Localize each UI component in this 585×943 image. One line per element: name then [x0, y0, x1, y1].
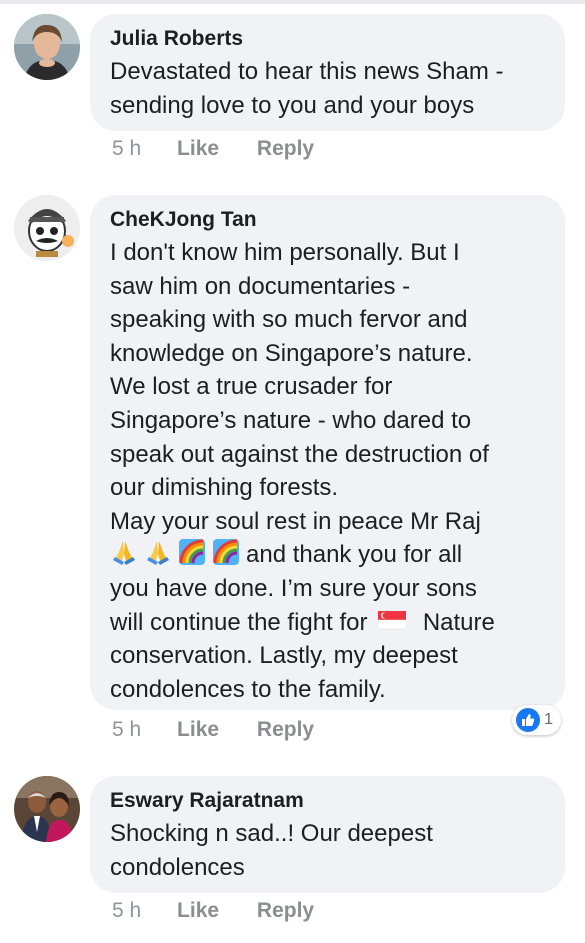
comment-timestamp[interactable]: 5 h [112, 717, 141, 743]
comment-line: Singapore’s nature - who dared to [110, 406, 472, 434]
comment-author[interactable]: CheKJong Tan [110, 207, 545, 233]
comment-line: We lost a true crusader for [110, 373, 393, 401]
folded-hands-icon [147, 541, 169, 566]
comment-author[interactable]: Eswary Rajaratnam [110, 788, 545, 814]
thumbs-up-icon [516, 708, 541, 732]
comment-line-text: and thank you for all [246, 541, 463, 569]
comment-line: conservation. Lastly, my deepest [110, 642, 458, 670]
rainbow-icon [213, 539, 239, 566]
comment-line: Devastated to hear this news Sham - [110, 58, 504, 85]
comment-line: saw him on documentaries - [110, 272, 411, 300]
comment-line: speak out against the destruction of [110, 440, 489, 468]
comment-line: condolences to the family. [110, 675, 386, 703]
like-button[interactable]: Like [177, 136, 219, 162]
reply-button[interactable]: Reply [257, 898, 314, 924]
comment-author[interactable]: Julia Roberts [110, 26, 545, 52]
reaction-count-badge[interactable]: 1 [512, 705, 561, 735]
comment-text: Devastated to hear this news Sham - send… [110, 55, 545, 122]
comment-timestamp[interactable]: 5 h [112, 136, 141, 162]
comment-bubble: Eswary Rajaratnam Shocking n sad..! Our … [90, 776, 565, 893]
avatar[interactable] [14, 14, 80, 80]
comment-line: Shocking n sad..! Our deepest [110, 820, 433, 847]
reply-button[interactable]: Reply [257, 717, 314, 743]
avatar[interactable] [14, 195, 80, 261]
comment-line: speaking with so much fervor and [110, 306, 468, 334]
rainbow-icon [179, 539, 205, 566]
comment-text: Shocking n sad..! Our deepest condolence… [110, 817, 545, 884]
comment-line: I don't know him personally. But I [110, 239, 460, 266]
comment-actions: 5 h Like Reply [112, 898, 314, 924]
comment-line: you have done. I’m sure your sons [110, 574, 477, 602]
comment-line-text: will continue the fight for [110, 608, 368, 636]
comment-line: knowledge on Singapore’s nature. [110, 339, 473, 367]
comment-timestamp[interactable]: 5 h [112, 898, 141, 924]
comment-line: May your soul rest in peace Mr Raj [110, 507, 481, 535]
comment-bubble: Julia Roberts Devastated to hear this ne… [90, 14, 565, 131]
comment-line: our dimishing forests. [110, 474, 339, 502]
avatar-photo-icon [14, 14, 80, 80]
comment-line-with-emoji: and thank you for all [110, 538, 545, 572]
comment-actions: 5 h Like Reply [112, 717, 314, 743]
comment-line-text: Nature [422, 608, 495, 636]
singapore-flag-icon [378, 610, 407, 629]
comment-line: sending love to you and your boys [110, 91, 475, 119]
comment-actions: 5 h Like Reply [112, 136, 314, 162]
comment-line: condolences [110, 853, 245, 881]
like-button[interactable]: Like [177, 717, 219, 743]
top-divider [0, 0, 585, 4]
reply-button[interactable]: Reply [257, 136, 314, 162]
like-button[interactable]: Like [177, 898, 219, 924]
reaction-count: 1 [544, 711, 553, 728]
avatar-cartoon-icon [14, 195, 80, 261]
comment-text: I don't know him personally. But I saw h… [110, 236, 545, 706]
comment-bubble: CheKJong Tan I don't know him personally… [90, 195, 565, 710]
comment-line-with-flag: will continue the fight for Nature [110, 606, 545, 640]
avatar[interactable] [14, 776, 80, 842]
avatar-photo-icon [14, 776, 80, 842]
folded-hands-icon [113, 541, 135, 566]
